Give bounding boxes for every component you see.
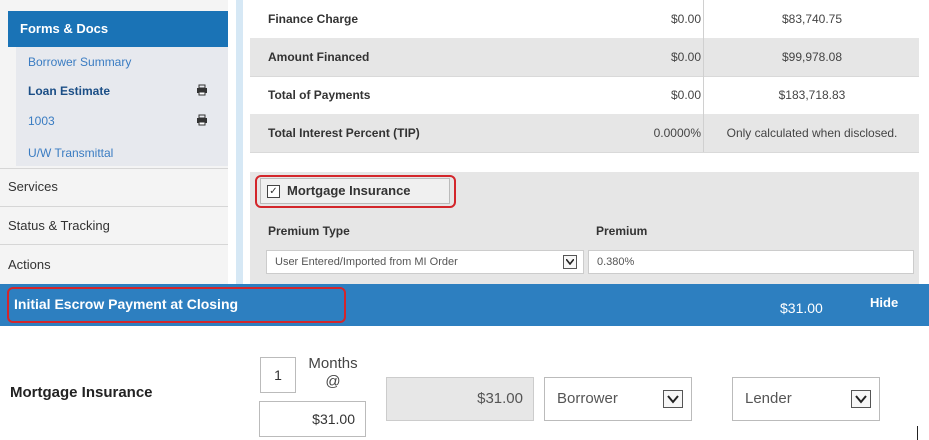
paid-to-value: Lender xyxy=(745,390,792,407)
mortgage-insurance-panel: ✓ Mortgage Insurance Premium Type Premiu… xyxy=(250,172,919,284)
text-cursor xyxy=(917,426,918,440)
chevron-down-icon[interactable] xyxy=(663,390,683,408)
row-value-1: $0.00 xyxy=(670,88,701,102)
sidebar-item-borrower-summary[interactable]: Borrower Summary xyxy=(28,55,131,69)
sidebar-item-services[interactable]: Services xyxy=(8,179,58,194)
monthly-rate-input[interactable]: $31.00 xyxy=(259,401,366,437)
mortgage-insurance-label-text: Mortgage Insurance xyxy=(10,384,153,401)
row-label: Amount Financed xyxy=(268,50,370,64)
main-panel: Finance Charge $0.00 $83,740.75 Amount F… xyxy=(250,0,929,284)
row-value-2: $99,978.08 xyxy=(781,50,843,64)
column-divider xyxy=(703,0,704,152)
row-label: Total of Payments xyxy=(268,88,371,102)
table-row-total-interest-percent: Total Interest Percent (TIP) 0.0000% Onl… xyxy=(250,114,919,153)
row-value-2: $183,718.83 xyxy=(778,88,846,102)
row-value-2: Only calculated when disclosed. xyxy=(726,126,898,140)
row-value-1: $0.00 xyxy=(670,50,701,64)
mi-total-readonly: $31.00 xyxy=(386,377,534,421)
months-input[interactable]: 1 xyxy=(260,357,296,393)
divider xyxy=(0,168,228,169)
sidebar-item-status-tracking[interactable]: Status & Tracking xyxy=(8,218,110,233)
months-label: Months @ xyxy=(303,355,363,391)
paid-by-value: Borrower xyxy=(557,390,618,407)
highlight-outline xyxy=(7,287,346,323)
paid-to-select[interactable]: Lender xyxy=(732,377,880,421)
sidebar-item-loan-estimate[interactable]: Loan Estimate xyxy=(28,84,110,98)
sidebar-header-forms-docs[interactable]: Forms & Docs xyxy=(8,11,228,47)
table-row-finance-charge: Finance Charge $0.00 $83,740.75 xyxy=(250,0,919,39)
premium-input[interactable]: 0.380% xyxy=(588,250,914,274)
hide-link[interactable]: Hide xyxy=(870,284,898,322)
at-symbol: @ xyxy=(325,373,341,390)
months-label-text: Months xyxy=(308,355,358,372)
sidebar-item-1003[interactable]: 1003 xyxy=(28,114,55,128)
highlight-outline xyxy=(255,175,456,208)
table-row-amount-financed: Amount Financed $0.00 $99,978.08 xyxy=(250,38,919,77)
sidebar-item-actions[interactable]: Actions xyxy=(8,257,51,272)
mortgage-insurance-label: Mortgage Insurance xyxy=(10,384,153,401)
sidebar-item-uw-transmittal[interactable]: U/W Transmittal xyxy=(28,146,113,160)
row-label: Finance Charge xyxy=(268,12,359,26)
row-value-1: 0.0000% xyxy=(653,126,701,140)
chevron-down-icon[interactable] xyxy=(851,390,871,408)
row-value-1: $0.00 xyxy=(670,12,701,26)
table-row-total-of-payments: Total of Payments $0.00 $183,718.83 xyxy=(250,76,919,115)
paid-by-select[interactable]: Borrower xyxy=(544,377,692,421)
premium-type-value: User Entered/Imported from MI Order xyxy=(275,256,458,268)
printer-icon[interactable] xyxy=(196,84,208,96)
premium-type-select[interactable]: User Entered/Imported from MI Order xyxy=(266,250,584,274)
sidebar: Forms & Docs Borrower Summary Loan Estim… xyxy=(0,0,228,284)
premium-header: Premium xyxy=(596,224,648,238)
row-value-2: $83,740.75 xyxy=(781,12,843,26)
divider xyxy=(0,206,228,207)
divider xyxy=(0,244,228,245)
printer-icon[interactable] xyxy=(196,114,208,126)
panel-divider xyxy=(236,0,243,284)
chevron-down-icon[interactable] xyxy=(563,255,577,269)
escrow-amount: $31.00 xyxy=(780,300,823,316)
premium-type-header: Premium Type xyxy=(268,224,350,238)
row-label: Total Interest Percent (TIP) xyxy=(268,126,420,140)
